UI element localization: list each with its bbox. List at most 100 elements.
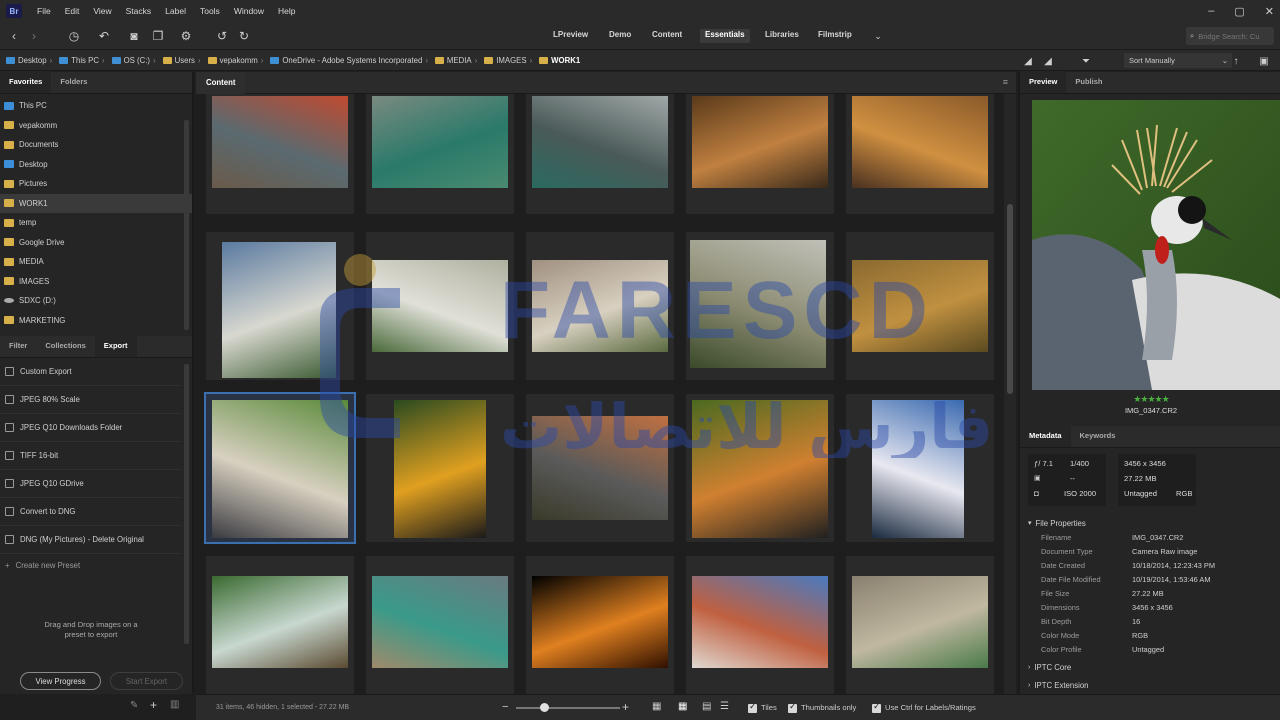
favorite-item[interactable]: WORK1: [0, 193, 192, 213]
refine-icon[interactable]: ❐: [150, 28, 166, 44]
breadcrumb-item[interactable]: OneDrive - Adobe Systems Incorporated ›: [270, 56, 435, 65]
thumbnail-cell-iguazu-1[interactable]: [206, 232, 354, 380]
view-progress-button[interactable]: View Progress: [20, 672, 101, 690]
favorite-item[interactable]: temp: [0, 213, 192, 233]
thumbnail-cell-crowned-crane[interactable]: [204, 392, 356, 544]
export-preset[interactable]: JPEG Q10 GDrive: [0, 470, 182, 498]
search-field[interactable]: ⌕ Bridge Search: Cu: [1186, 27, 1274, 45]
thumbnail-image[interactable]: [852, 260, 988, 352]
thumbnail-image[interactable]: [212, 576, 348, 668]
thumbnail-size-slider[interactable]: [516, 703, 620, 712]
thumbnail-cell-toucan-branch[interactable]: [686, 394, 834, 542]
create-preset-row[interactable]: + Create new Preset: [5, 561, 80, 570]
menu-tools[interactable]: Tools: [193, 6, 227, 16]
thumbnail-cell-halong-bay[interactable]: [366, 94, 514, 214]
thumbnails-only-checkbox[interactable]: Thumbnails only: [788, 701, 856, 713]
open-recent-icon[interactable]: ▣: [1256, 54, 1272, 70]
workspace-tab-filmstrip[interactable]: Filmstrip: [813, 29, 857, 43]
thumbnail-image[interactable]: [222, 242, 336, 378]
menu-stacks[interactable]: Stacks: [119, 6, 159, 16]
menu-help[interactable]: Help: [271, 6, 302, 16]
thumbnail-cell-iguazu-3[interactable]: [526, 232, 674, 380]
thumbnail-image[interactable]: [852, 96, 988, 188]
maximize-icon[interactable]: ▢: [1234, 5, 1244, 18]
breadcrumb-item[interactable]: Desktop ›: [6, 56, 59, 65]
sort-ascending-icon[interactable]: ↑: [1228, 54, 1244, 70]
zoom-out-icon[interactable]: −: [502, 701, 508, 713]
breadcrumb-item[interactable]: IMAGES ›: [484, 56, 539, 65]
view-list-icon[interactable]: ☰: [720, 701, 729, 712]
thumbnail-cell-mountain-sunset[interactable]: [526, 394, 674, 542]
favorite-item[interactable]: MARKETING: [0, 311, 192, 331]
sort-dropdown[interactable]: Sort Manually ⌄: [1124, 53, 1232, 68]
iptc-core-header[interactable]: › IPTC Core: [1020, 659, 1071, 675]
thumbnail-image[interactable]: [212, 400, 348, 538]
workspace-tab-content[interactable]: Content: [647, 29, 687, 43]
favorite-item[interactable]: MEDIA: [0, 252, 192, 272]
quality-filter-icon[interactable]: ◢: [1040, 54, 1056, 70]
zoom-in-icon[interactable]: +: [622, 700, 629, 714]
edit-icon[interactable]: ✎: [130, 700, 138, 711]
thumbnail-cell-snowy-peak[interactable]: [846, 394, 994, 542]
export-preset[interactable]: DNG (My Pictures) - Delete Original: [0, 526, 182, 554]
lock-grid-icon[interactable]: ▦: [652, 701, 661, 712]
rating-filter-icon[interactable]: ◢: [1020, 54, 1036, 70]
thumbnail-image[interactable]: [690, 240, 826, 368]
start-export-button[interactable]: Start Export: [110, 672, 183, 690]
favorite-item[interactable]: This PC: [0, 96, 192, 116]
content-scroll-thumb[interactable]: [1007, 204, 1013, 394]
export-scrollbar[interactable]: [184, 364, 189, 644]
thumbnail-image[interactable]: [372, 260, 508, 352]
favorite-item[interactable]: Pictures: [0, 174, 192, 194]
thumbnail-image[interactable]: [692, 576, 828, 668]
thumbnail-cell-waterfall-sunset[interactable]: [206, 94, 354, 214]
tab-filter[interactable]: Filter: [0, 335, 36, 357]
menu-view[interactable]: View: [86, 6, 118, 16]
tiles-checkbox[interactable]: Tiles: [748, 701, 777, 713]
workspace-more-chevron-icon[interactable]: ⌄: [870, 28, 886, 44]
breadcrumb-item[interactable]: WORK1: [539, 56, 583, 65]
thumbnail-cell-cave-rocks[interactable]: [686, 94, 834, 214]
tab-preview[interactable]: Preview: [1020, 71, 1067, 93]
iptc-extension-header[interactable]: › IPTC Extension: [1020, 677, 1089, 693]
view-thumbnails-icon[interactable]: ▦: [678, 701, 687, 712]
filter-items-icon[interactable]: ⏷: [1078, 54, 1094, 70]
tab-collections[interactable]: Collections: [36, 335, 94, 357]
favorite-item[interactable]: Documents: [0, 135, 192, 155]
thumbnail-cell-iguazu-2[interactable]: [366, 232, 514, 380]
thumbnail-cell-river-town[interactable]: [366, 556, 514, 694]
thumbnail-image[interactable]: [692, 400, 828, 538]
minimize-icon[interactable]: –: [1208, 5, 1214, 17]
thumbnail-cell-halong-boat[interactable]: [526, 94, 674, 214]
workspace-tab-demo[interactable]: Demo: [604, 29, 636, 43]
thumbnail-image[interactable]: [532, 96, 668, 188]
menu-window[interactable]: Window: [227, 6, 271, 16]
favorites-scrollbar[interactable]: [184, 120, 189, 330]
thumbnail-cell-cave-light[interactable]: [846, 94, 994, 214]
export-preset[interactable]: JPEG Q10 Downloads Folder: [0, 414, 182, 442]
forward-icon[interactable]: ›: [26, 28, 42, 44]
export-preset[interactable]: TIFF 16-bit: [0, 442, 182, 470]
thumbnail-image[interactable]: [872, 400, 964, 538]
breadcrumb-item[interactable]: This PC ›: [59, 56, 111, 65]
thumbnail-cell-toucan-orange[interactable]: [366, 394, 514, 542]
thumbnail-image[interactable]: [212, 96, 348, 188]
favorite-item[interactable]: IMAGES: [0, 272, 192, 292]
favorite-item[interactable]: Google Drive: [0, 233, 192, 253]
back-icon[interactable]: ‹: [6, 28, 22, 44]
panel-menu-icon[interactable]: ≡: [1003, 77, 1008, 87]
favorite-item[interactable]: SDXC (D:): [0, 291, 192, 311]
view-details-icon[interactable]: ▤: [702, 701, 711, 712]
thumbnail-image[interactable]: [532, 260, 668, 352]
file-properties-header[interactable]: ▾ File Properties: [1020, 515, 1086, 531]
rating-stars[interactable]: ★★★★★: [1020, 394, 1280, 405]
boomerang-icon[interactable]: ↶: [96, 28, 112, 44]
breadcrumb-item[interactable]: MEDIA ›: [434, 56, 484, 65]
menu-label[interactable]: Label: [158, 6, 193, 16]
close-icon[interactable]: ✕: [1265, 5, 1274, 18]
thumbnail-image[interactable]: [372, 576, 508, 668]
export-preset[interactable]: JPEG 80% Scale: [0, 386, 182, 414]
trash-icon[interactable]: ▥: [170, 699, 179, 710]
rotate-right-icon[interactable]: ↻: [236, 28, 252, 44]
breadcrumb-item[interactable]: vepakomm ›: [207, 56, 271, 65]
